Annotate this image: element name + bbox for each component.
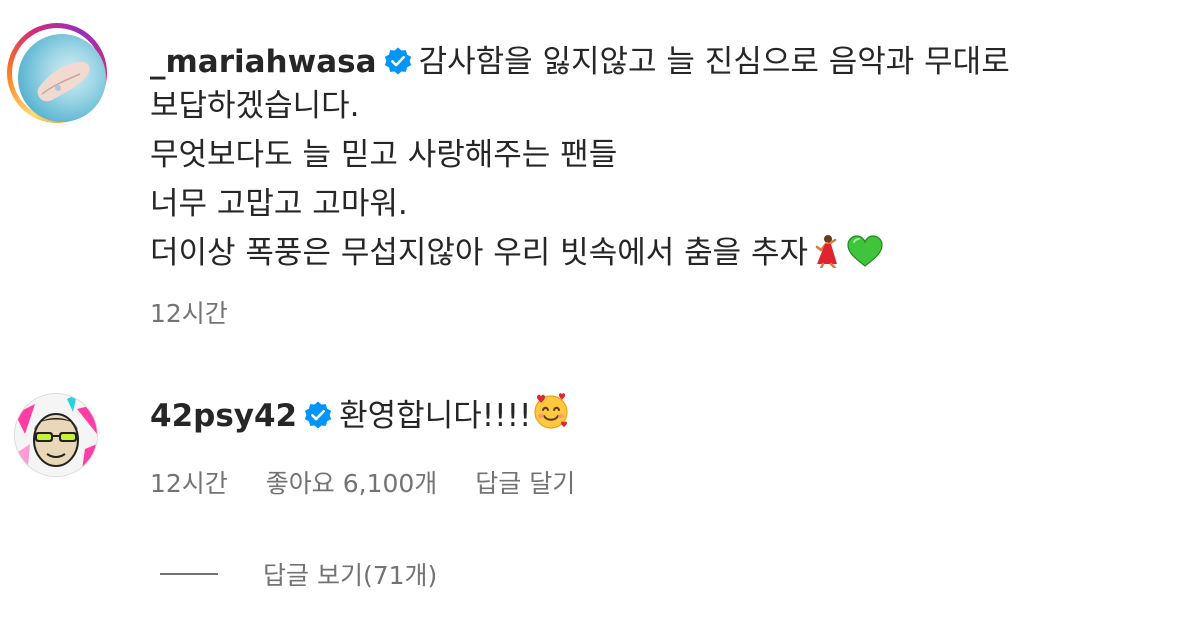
- view-replies-button[interactable]: 답글 보기(71개): [160, 556, 437, 592]
- user-avatar[interactable]: [14, 393, 98, 477]
- likes-count[interactable]: 좋아요 6,100개: [266, 469, 438, 498]
- verified-badge-icon: [303, 400, 333, 434]
- view-replies-label: 답글 보기(71개): [263, 561, 438, 590]
- comment-username[interactable]: 42psy42: [150, 398, 297, 434]
- avatar-image-icon: [15, 394, 97, 476]
- comment-meta: 12시간 좋아요 6,100개 답글 달기: [150, 464, 605, 500]
- comment-timestamp[interactable]: 12시간: [150, 469, 228, 498]
- comment-item: 42psy42 환영합니다!!!! 12시간 좋아요 6,100개 답글 달기 답…: [0, 0, 1200, 625]
- divider-line: [160, 573, 218, 575]
- reply-button[interactable]: 답글 달기: [475, 469, 575, 498]
- smiling-face-with-hearts-emoji-icon: [531, 391, 571, 435]
- comment-text: 환영합니다!!!!: [339, 398, 532, 434]
